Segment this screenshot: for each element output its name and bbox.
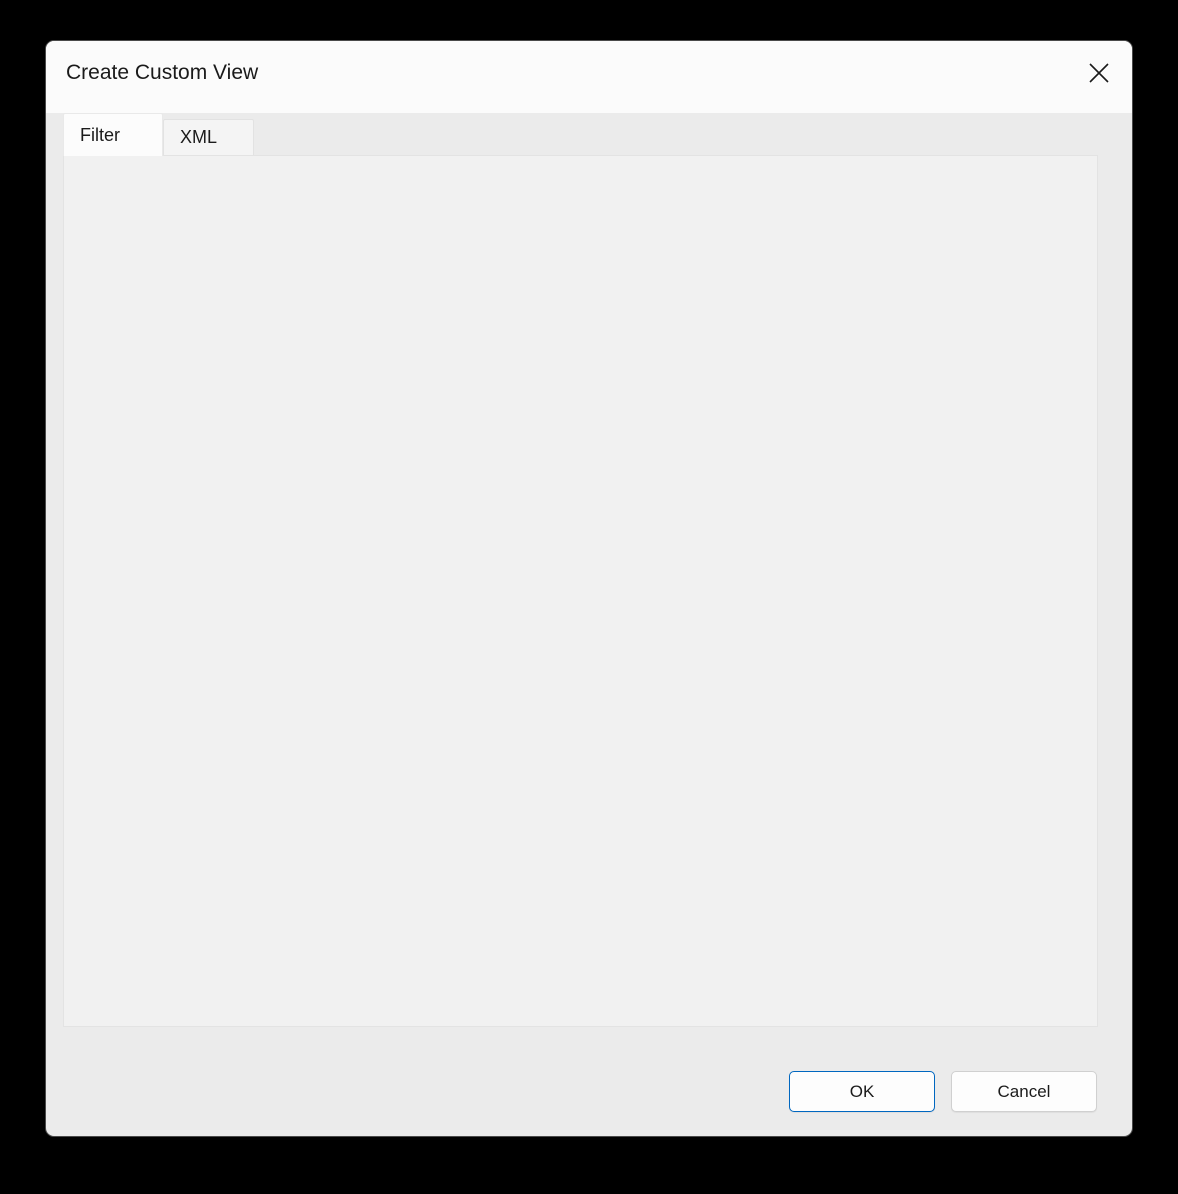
- close-button[interactable]: [1078, 55, 1120, 95]
- ok-button[interactable]: OK: [789, 1071, 935, 1112]
- create-custom-view-dialog: Create Custom View Filter XML Logged: An…: [45, 40, 1133, 1137]
- tab-filter-label: Filter: [80, 125, 120, 146]
- filter-tab-panel: [63, 155, 1098, 1027]
- title-bar: Create Custom View: [46, 41, 1132, 113]
- tab-xml[interactable]: XML: [163, 119, 254, 156]
- tab-xml-label: XML: [180, 127, 217, 148]
- cancel-button[interactable]: Cancel: [951, 1071, 1097, 1112]
- close-icon: [1087, 61, 1111, 90]
- tab-filter[interactable]: Filter: [63, 113, 163, 156]
- dialog-title: Create Custom View: [66, 61, 258, 85]
